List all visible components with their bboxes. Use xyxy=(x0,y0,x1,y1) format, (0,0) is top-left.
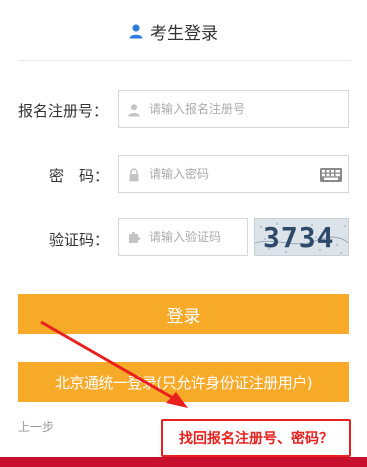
reg-number-label: 报名注册号： xyxy=(18,102,109,120)
footer-bar xyxy=(0,457,367,467)
header-title-group: 考生登录 xyxy=(128,19,218,44)
reg-number-input[interactable] xyxy=(149,91,342,127)
captcha-label: 验证码： xyxy=(49,231,110,249)
recover-account-link[interactable]: 找回报名注册号、密码？ xyxy=(179,428,333,448)
user-icon xyxy=(128,23,144,39)
captcha-input[interactable] xyxy=(149,219,241,255)
back-link[interactable]: 上一步 xyxy=(18,418,54,435)
captcha-field[interactable] xyxy=(118,218,248,256)
recover-highlight-box: 找回报名注册号、密码？ xyxy=(161,419,351,457)
password-label: 密 码： xyxy=(49,167,110,185)
captcha-image[interactable]: 3734 xyxy=(254,218,349,256)
login-header: 考生登录 xyxy=(0,0,367,62)
password-input[interactable] xyxy=(149,156,342,192)
keyboard-icon[interactable] xyxy=(320,167,342,182)
header-divider xyxy=(18,60,351,61)
reg-number-field[interactable] xyxy=(118,90,349,128)
person-icon xyxy=(127,102,141,117)
lock-icon xyxy=(127,167,141,182)
password-field[interactable] xyxy=(118,155,349,193)
puzzle-icon xyxy=(127,230,141,244)
login-button[interactable]: 登录 xyxy=(18,294,349,334)
page-title: 考生登录 xyxy=(150,23,218,44)
beijing-unified-login-button[interactable]: 北京通统一登录(只允许身份证注册用户) xyxy=(18,362,349,402)
captcha-code: 3734 xyxy=(263,221,335,254)
